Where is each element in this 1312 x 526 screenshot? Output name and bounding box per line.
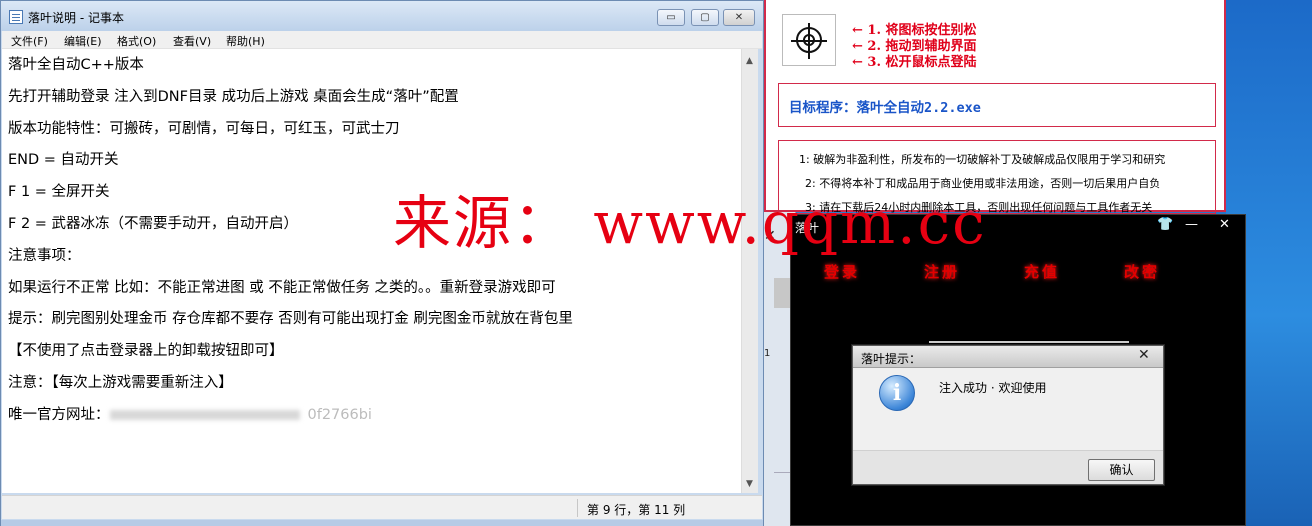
site-value: 0f2766bi: [307, 406, 372, 423]
cursor-position: 第 9 行，第 11 列: [587, 503, 686, 517]
scroll-up-icon[interactable]: ▲: [746, 56, 753, 66]
minimize-button[interactable]: ▭: [657, 9, 685, 26]
blurred-url: [109, 409, 300, 420]
watermark-text: 来源： www.qqm.cc: [393, 189, 987, 257]
notepad-window: 落叶说明 - 记事本 ▭ ▢ ✕ 文件(F) 编辑(E) 格式(O) 查看(V)…: [0, 0, 764, 526]
disclaimer-line: 1: 破解为非盈利性，所发布的一切破解补丁及破解成品仅限用于学习和研究: [799, 153, 1166, 166]
text-line: 注意：【每次上游戏需要重新注入】: [8, 374, 233, 391]
vertical-scrollbar[interactable]: ▲ ▼: [741, 49, 758, 493]
text-line: 唯一官方网址： 0f2766bi: [8, 403, 741, 435]
status-bar: 第 9 行，第 11 列: [2, 495, 762, 519]
menu-help[interactable]: 帮助(H): [226, 33, 265, 49]
message-dialog: 落叶提示： ✕ i 注入成功 · 欢迎使用 确认: [852, 345, 1164, 485]
tab-login[interactable]: 登录: [824, 261, 860, 282]
text-line: 如果运行不正常 比如：不能正常进图 或 不能正常做任务 之类的。。重新登录游戏即…: [8, 279, 556, 296]
menu-edit[interactable]: 编辑(E): [64, 33, 102, 49]
maximize-button[interactable]: ▢: [691, 9, 719, 26]
scroll-down-icon[interactable]: ▼: [746, 479, 753, 489]
input-underline: [929, 341, 1129, 343]
dialog-title: 落叶提示：: [861, 352, 922, 366]
text-line: 提示：刷完图别处理金币 存仓库都不要存 否则有可能出现打金 刷完图金币就放在背包…: [8, 311, 573, 328]
crosshair-drag-icon[interactable]: [782, 14, 836, 66]
close-button[interactable]: ✕: [723, 9, 755, 26]
text-line: 先打开辅助登录 注入到DNF目录 成功后上游戏 桌面会生成“落叶”配置: [8, 88, 459, 105]
text-area[interactable]: 落叶全自动C++版本 先打开辅助登录 注入到DNF目录 成功后上游戏 桌面会生成…: [2, 49, 741, 493]
target-program: 目标程序：落叶全自动2.2.exe: [778, 83, 1216, 127]
tab-recharge[interactable]: 充值: [1024, 261, 1060, 282]
menu-file[interactable]: 文件(F): [11, 33, 48, 49]
status-separator: [577, 499, 578, 517]
text-line: 版本功能特性：可搬砖，可剧情，可每日，可红玉，可武士刀: [8, 120, 400, 137]
line-number: 1: [764, 348, 771, 359]
notepad-titlebar[interactable]: 落叶说明 - 记事本 ▭ ▢ ✕: [1, 1, 763, 31]
dialog-close-icon[interactable]: ✕: [1138, 347, 1150, 363]
ok-button[interactable]: 确认: [1088, 459, 1155, 481]
notepad-title: 落叶说明 - 记事本: [28, 11, 124, 25]
dialog-titlebar[interactable]: 落叶提示： ✕: [853, 346, 1163, 368]
dialog-message: 注入成功 · 欢迎使用: [939, 381, 1047, 395]
minimize-icon[interactable]: —: [1185, 217, 1198, 232]
window-frame-bottom: [1, 520, 763, 526]
tab-register[interactable]: 注册: [924, 261, 960, 282]
menu-bar: 文件(F) 编辑(E) 格式(O) 查看(V) 帮助(H): [2, 31, 762, 49]
close-icon[interactable]: ✕: [1219, 217, 1230, 232]
text-line: 落叶全自动C++版本: [8, 57, 144, 73]
menu-view[interactable]: 查看(V): [173, 33, 211, 49]
tab-change-password[interactable]: 改密: [1124, 261, 1160, 282]
site-label: 唯一官方网址：: [8, 406, 110, 423]
step-3: ← 3. 松开鼠标点登陆: [852, 55, 977, 70]
info-icon: i: [879, 375, 915, 411]
menu-format[interactable]: 格式(O): [117, 33, 156, 49]
text-line: 【不使用了点击登录器上的卸载按钮即可】: [8, 343, 284, 360]
dialog-footer: 确认: [853, 450, 1163, 484]
notepad-icon: [9, 10, 23, 24]
skin-shirt-icon[interactable]: 👕: [1157, 217, 1173, 232]
scrollbar-thumb[interactable]: [774, 278, 790, 308]
